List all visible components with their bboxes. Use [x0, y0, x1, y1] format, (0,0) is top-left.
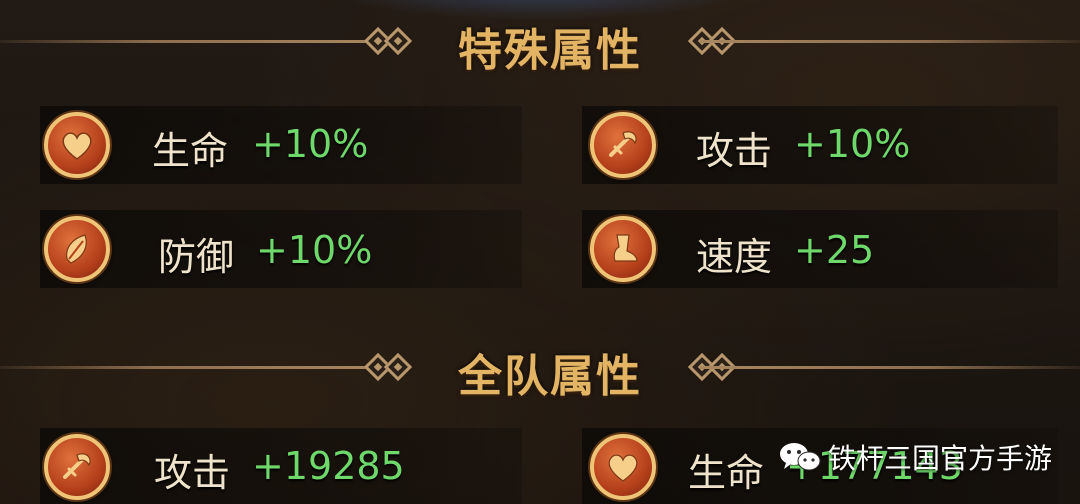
section-title: 特殊属性: [458, 25, 642, 76]
special-attributes-header: 特殊属性: [0, 6, 1080, 76]
stat-value: +19285: [252, 444, 405, 488]
team-attributes-header: 全队属性: [0, 332, 1080, 402]
watermark-text: 铁杆三国官方手游: [828, 442, 1053, 475]
stat-value: +10%: [252, 122, 369, 166]
stat-row-team-attack: 攻击 +19285: [40, 428, 522, 504]
section-title: 全队属性: [458, 351, 642, 402]
axe-icon: [590, 112, 656, 178]
wechat-icon: [780, 443, 821, 471]
stat-row-defense: 防御 +10%: [40, 210, 522, 288]
shield-icon: [44, 216, 110, 282]
diamond-ornament-icon: [383, 352, 413, 382]
stat-label: 攻击: [154, 451, 231, 495]
header-divider-left: [0, 366, 380, 369]
stat-value: +10%: [256, 228, 373, 272]
stat-label: 生命: [688, 451, 765, 495]
watermark: 铁杆三国官方手游: [778, 432, 1052, 482]
stat-value: +10%: [794, 122, 911, 166]
stat-label: 攻击: [696, 129, 773, 173]
diamond-ornament-icon: [383, 26, 413, 56]
axe-icon: [44, 434, 110, 500]
stat-label: 生命: [152, 129, 229, 173]
header-divider-right: [700, 366, 1080, 369]
stat-row-attack: 攻击 +10%: [582, 106, 1058, 184]
header-divider-left: [0, 40, 380, 43]
stat-value: +25: [794, 228, 875, 272]
boot-icon: [590, 216, 656, 282]
header-divider-right: [700, 40, 1080, 43]
heart-icon: [590, 434, 656, 500]
heart-icon: [44, 112, 110, 178]
stat-row-hp: 生命 +10%: [40, 106, 522, 184]
stat-label: 速度: [696, 235, 773, 279]
stat-label: 防御: [158, 235, 235, 279]
stat-row-speed: 速度 +25: [582, 210, 1058, 288]
